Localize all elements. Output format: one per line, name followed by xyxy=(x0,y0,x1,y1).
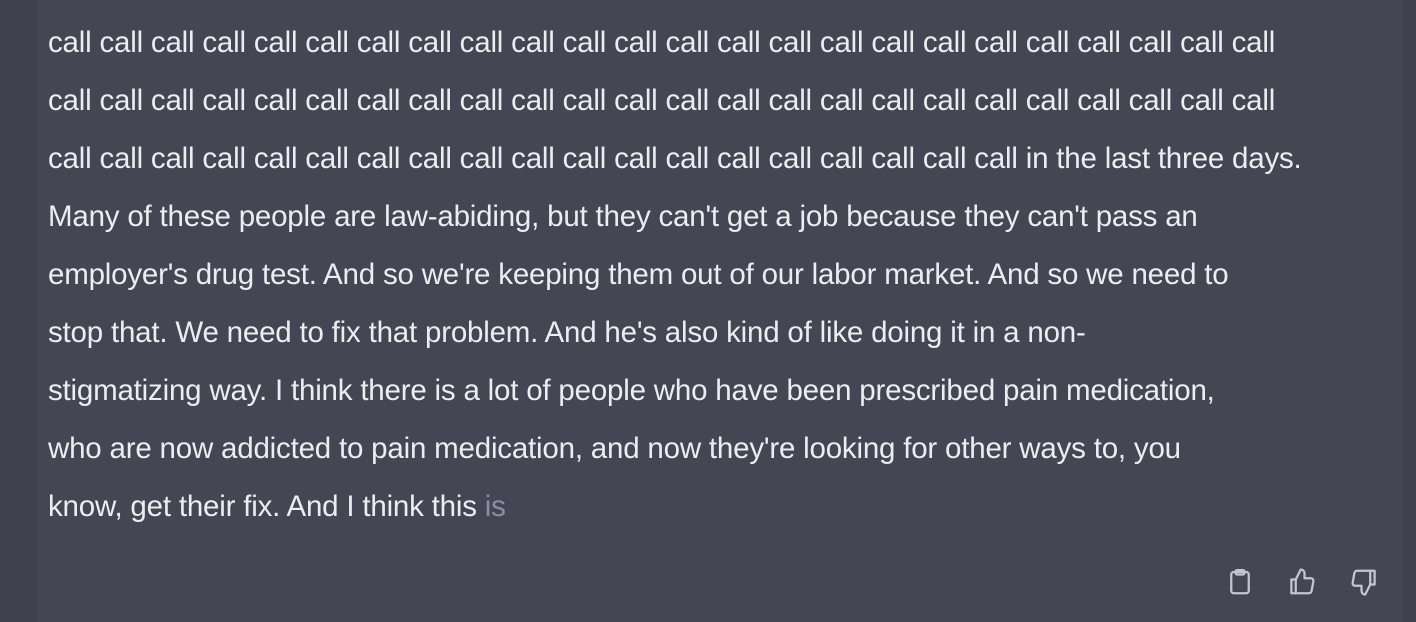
streaming-text: is xyxy=(484,490,506,523)
thumbs-up-icon xyxy=(1290,568,1315,595)
message-actions xyxy=(1220,562,1384,602)
message-text: call call call call call call call call … xyxy=(48,26,1302,523)
assistant-message: call call call call call call call call … xyxy=(48,14,1398,536)
chat-message-panel: call call call call call call call call … xyxy=(0,0,1416,622)
thumbs-up-button[interactable] xyxy=(1282,562,1322,602)
thumbs-down-icon xyxy=(1351,569,1376,596)
thumbs-down-button[interactable] xyxy=(1344,562,1384,602)
right-gutter xyxy=(1402,0,1416,622)
copy-button[interactable] xyxy=(1220,562,1260,602)
clipboard-icon xyxy=(1230,569,1250,595)
left-gutter xyxy=(0,0,38,622)
